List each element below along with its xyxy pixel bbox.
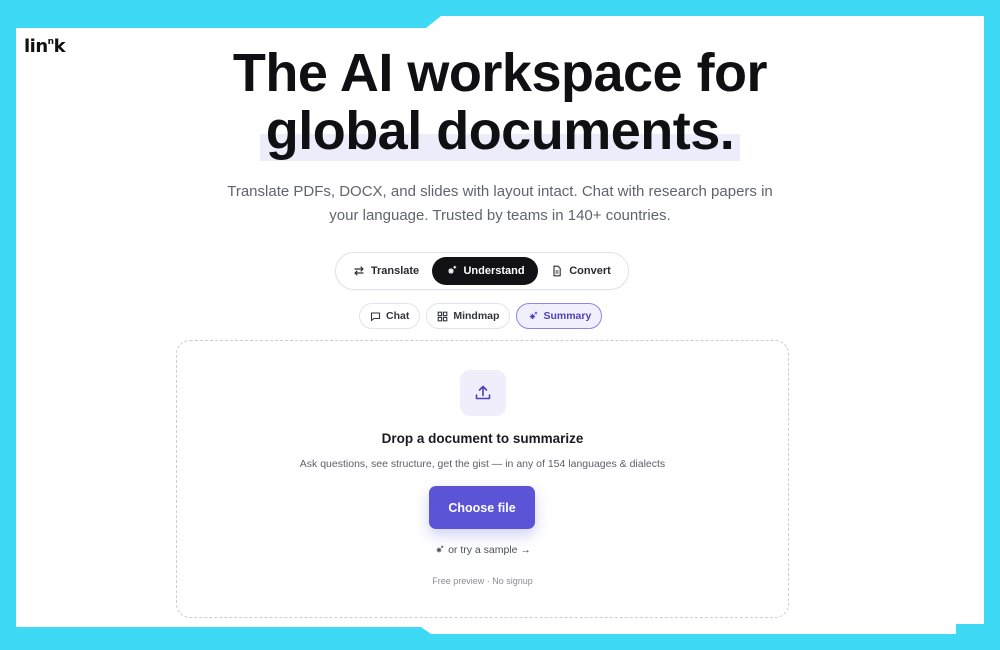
file-dropzone[interactable]: Drop a document to summarize Ask questio… bbox=[176, 340, 789, 618]
chip-chat-label: Chat bbox=[386, 310, 410, 322]
sub-tabs: Chat Mindmap Summary bbox=[359, 303, 603, 329]
chip-chat[interactable]: Chat bbox=[359, 303, 421, 329]
hero-title-line1: The AI workspace for bbox=[232, 43, 768, 103]
chat-bubble-icon bbox=[370, 311, 381, 321]
hero-subtitle: Translate PDFs, DOCX, and slides with la… bbox=[227, 183, 773, 224]
try-sample-link[interactable]: or try a sample → bbox=[448, 544, 531, 556]
swap-arrows-icon bbox=[354, 266, 364, 276]
hero-title-line2: global documents. bbox=[259, 101, 741, 161]
dropzone-footnote: Free preview · No signup bbox=[432, 576, 533, 586]
document-icon bbox=[553, 265, 561, 277]
upload-icon-tile bbox=[460, 370, 506, 416]
grid-icon bbox=[437, 311, 448, 321]
dropzone-title: Drop a document to summarize bbox=[381, 431, 584, 446]
tab-translate[interactable]: Translate bbox=[340, 257, 432, 285]
chip-mindmap-label: Mindmap bbox=[453, 310, 500, 322]
try-sample: or try a sample → bbox=[177, 544, 788, 556]
chip-summary-label: Summary bbox=[543, 310, 592, 322]
hero: The AI workspace for global documents. T… bbox=[0, 44, 1000, 228]
mode-switcher: Translate Understand Convert bbox=[335, 252, 629, 290]
tab-translate-label: Translate bbox=[370, 265, 420, 277]
sparkles-icon bbox=[448, 265, 457, 275]
upload-icon bbox=[475, 385, 491, 400]
hero-title: The AI workspace for global documents. bbox=[0, 43, 1000, 161]
tab-convert-label: Convert bbox=[569, 265, 611, 277]
chip-summary[interactable]: Summary bbox=[516, 303, 603, 329]
choose-file-button[interactable]: Choose file bbox=[429, 486, 535, 529]
chip-mindmap[interactable]: Mindmap bbox=[426, 303, 511, 329]
dropzone-subtitle: Ask questions, see structure, get the gi… bbox=[299, 458, 666, 470]
tab-understand-label: Understand bbox=[463, 265, 525, 277]
tab-convert[interactable]: Convert bbox=[538, 257, 624, 285]
tab-understand[interactable]: Understand bbox=[432, 257, 538, 285]
sparkles-icon bbox=[436, 545, 444, 553]
sparkles-icon bbox=[530, 311, 538, 319]
